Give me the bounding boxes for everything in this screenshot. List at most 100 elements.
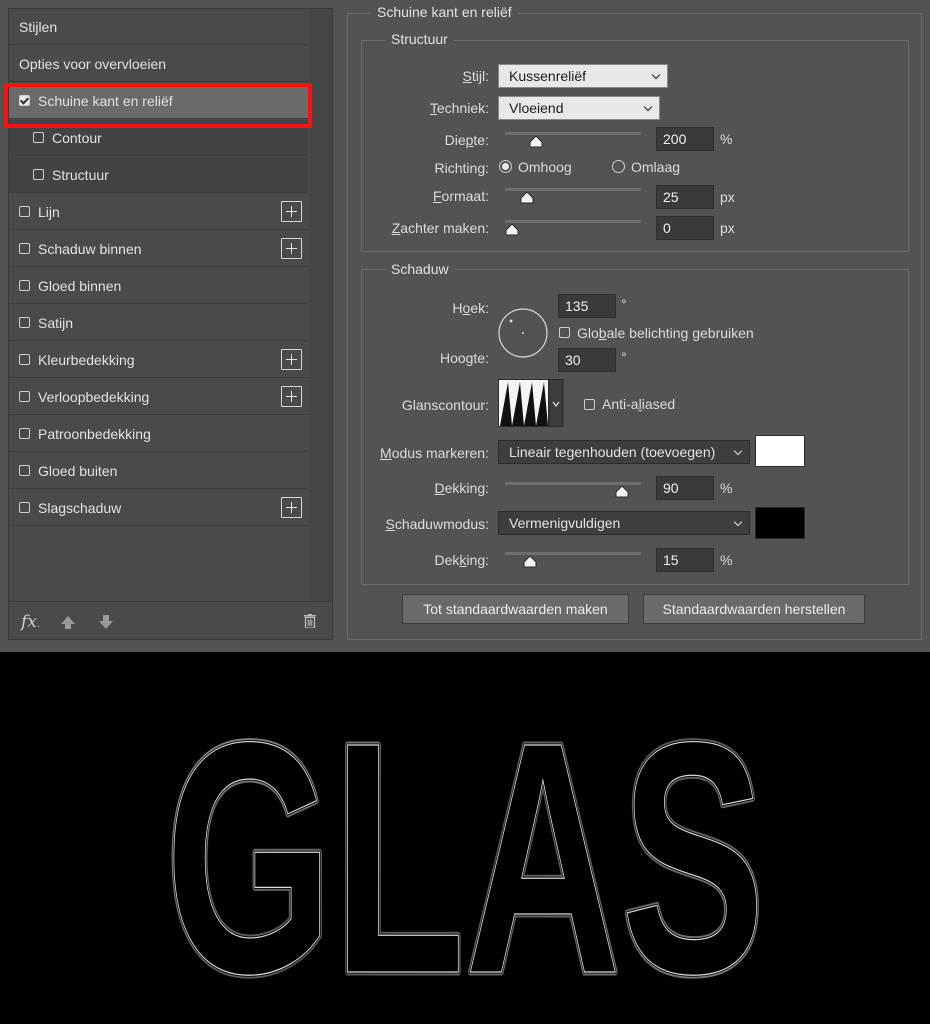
style-checkbox[interactable] <box>19 502 30 513</box>
size-slider[interactable] <box>505 188 641 204</box>
shadow-opacity-label: Dekking: <box>434 552 489 568</box>
depth-slider-thumb[interactable] <box>529 136 543 148</box>
angle-label: Hoek: <box>452 300 489 316</box>
style-item-verloopbedekking[interactable]: Verloopbedekking <box>9 379 308 415</box>
style-select-value: Kussenreliëf <box>509 68 587 84</box>
layer-style-dialog: Stijlen Opties voor overvloeien Schuine ka… <box>0 0 930 652</box>
style-label: Stijl: <box>462 68 489 84</box>
style-checkbox[interactable] <box>19 391 30 402</box>
direction-up-radio[interactable] <box>499 160 512 173</box>
bevel-emboss-title: Schuine kant en reliëf <box>371 4 518 20</box>
add-instance-plus-icon[interactable] <box>281 349 302 370</box>
style-checkbox[interactable] <box>19 428 30 439</box>
style-item-slagschaduw[interactable]: Slagschaduw <box>9 490 308 526</box>
style-checkbox[interactable] <box>19 280 30 291</box>
anti-aliased-label: Anti-aliased <box>602 396 676 412</box>
technique-select-value: Vloeiend <box>509 100 564 116</box>
styles-footer: fx. <box>9 601 332 640</box>
highlight-mode-select[interactable]: Lineair tegenhouden (toevoegen) <box>498 440 750 464</box>
move-up-icon-stem <box>65 623 71 629</box>
style-item-label: Gloed buiten <box>38 463 118 479</box>
style-item-label: Opties voor overvloeien <box>19 56 167 72</box>
technique-select[interactable]: Vloeiend <box>498 96 660 120</box>
shadow-color-swatch[interactable] <box>755 507 805 539</box>
technique-label: Techniek: <box>429 100 489 116</box>
style-item-schaduw-binnen[interactable]: Schaduw binnen <box>9 231 308 267</box>
highlight-opacity-thumb[interactable] <box>615 486 629 498</box>
style-checkbox[interactable] <box>33 169 44 180</box>
global-light-label: Globale belichting gebruiken <box>577 325 754 341</box>
soften-slider-thumb[interactable] <box>505 224 519 236</box>
style-checkbox[interactable] <box>19 354 30 365</box>
style-item-stijlen[interactable]: Stijlen <box>9 9 308 45</box>
style-item-label: Kleurbedekking <box>38 352 135 368</box>
style-checkbox[interactable] <box>19 317 30 328</box>
trash-icon[interactable] <box>304 614 316 628</box>
styles-list-scrollbar[interactable] <box>309 9 332 601</box>
shadow-opacity-unit: % <box>720 552 733 568</box>
altitude-input[interactable]: 30 <box>558 348 616 372</box>
shading-legend: Schaduw <box>385 261 455 277</box>
shadow-mode-value: Vermenigvuldigen <box>509 515 621 531</box>
chevron-down-icon <box>733 446 743 456</box>
style-select[interactable]: Kussenreliëf <box>498 64 668 88</box>
add-instance-plus-icon[interactable] <box>281 238 302 259</box>
soften-slider[interactable] <box>505 220 641 236</box>
style-checkbox[interactable] <box>19 206 30 217</box>
style-checkbox[interactable] <box>19 243 30 254</box>
style-item-patroonbedekking[interactable]: Patroonbedekking <box>9 416 308 452</box>
style-item-kleurbedekking[interactable]: Kleurbedekking <box>9 342 308 378</box>
highlight-mode-label: Modus markeren: <box>380 445 489 461</box>
style-item-opties-voor-overvloeien[interactable]: Opties voor overvloeien <box>9 46 308 82</box>
move-down-icon[interactable] <box>99 621 113 629</box>
size-input[interactable]: 25 <box>656 185 714 209</box>
add-instance-plus-icon[interactable] <box>281 201 302 222</box>
structure-legend: Structuur <box>385 31 454 47</box>
highlight-color-swatch[interactable] <box>755 435 805 467</box>
shading-group <box>361 269 909 585</box>
depth-input[interactable]: 200 <box>656 127 714 151</box>
style-checkbox[interactable] <box>19 465 30 476</box>
global-light-checkbox[interactable] <box>559 327 570 338</box>
style-checkbox[interactable] <box>33 132 44 143</box>
style-item-label: Schaduw binnen <box>38 241 142 257</box>
size-label: Formaat: <box>432 188 489 204</box>
direction-label: Richting: <box>434 160 489 176</box>
highlight-opacity-slider[interactable] <box>505 482 641 498</box>
soften-unit: px <box>720 220 735 236</box>
size-slider-thumb[interactable] <box>520 192 534 204</box>
style-item-satijn[interactable]: Satijn <box>9 305 308 341</box>
angle-dial[interactable] <box>497 307 549 359</box>
style-item-lijn[interactable]: Lijn <box>9 194 308 230</box>
depth-unit: % <box>720 131 733 147</box>
soften-label: Zachter maken: <box>391 220 489 236</box>
shadow-opacity-slider[interactable] <box>505 552 641 568</box>
fx-menu-button[interactable]: fx. <box>21 612 40 632</box>
preview-text-highlight: GLAS <box>165 673 765 1024</box>
shadow-mode-select[interactable]: Vermenigvuldigen <box>498 511 750 535</box>
shadow-opacity-input[interactable]: 15 <box>656 548 714 572</box>
gloss-contour-picker[interactable] <box>498 379 564 427</box>
highlight-opacity-unit: % <box>720 480 733 496</box>
add-instance-plus-icon[interactable] <box>281 386 302 407</box>
angle-input[interactable]: 135 <box>558 294 616 318</box>
shadow-mode-label: Schaduwmodus: <box>385 516 489 532</box>
style-item-label: Structuur <box>52 167 109 183</box>
reset-default-button[interactable]: Standaardwaarden herstellen <box>643 594 865 624</box>
style-item-label: Satijn <box>38 315 74 331</box>
style-item-structuur[interactable]: Structuur <box>9 157 308 193</box>
highlight-opacity-input[interactable]: 90 <box>656 476 714 500</box>
shadow-opacity-thumb[interactable] <box>523 556 537 568</box>
anti-aliased-checkbox[interactable] <box>584 399 595 410</box>
make-default-button[interactable]: Tot standaardwaarden maken <box>402 594 629 624</box>
depth-slider[interactable] <box>505 132 641 148</box>
size-unit: px <box>720 189 735 205</box>
direction-down-radio[interactable] <box>612 160 625 173</box>
style-item-gloed-binnen[interactable]: Gloed binnen <box>9 268 308 304</box>
chevron-down-icon <box>643 102 653 112</box>
chevron-down-icon <box>651 70 661 80</box>
direction-down-label: Omlaag <box>631 159 681 175</box>
add-instance-plus-icon[interactable] <box>281 497 302 518</box>
soften-input[interactable]: 0 <box>656 216 714 240</box>
style-item-gloed-buiten[interactable]: Gloed buiten <box>9 453 308 489</box>
